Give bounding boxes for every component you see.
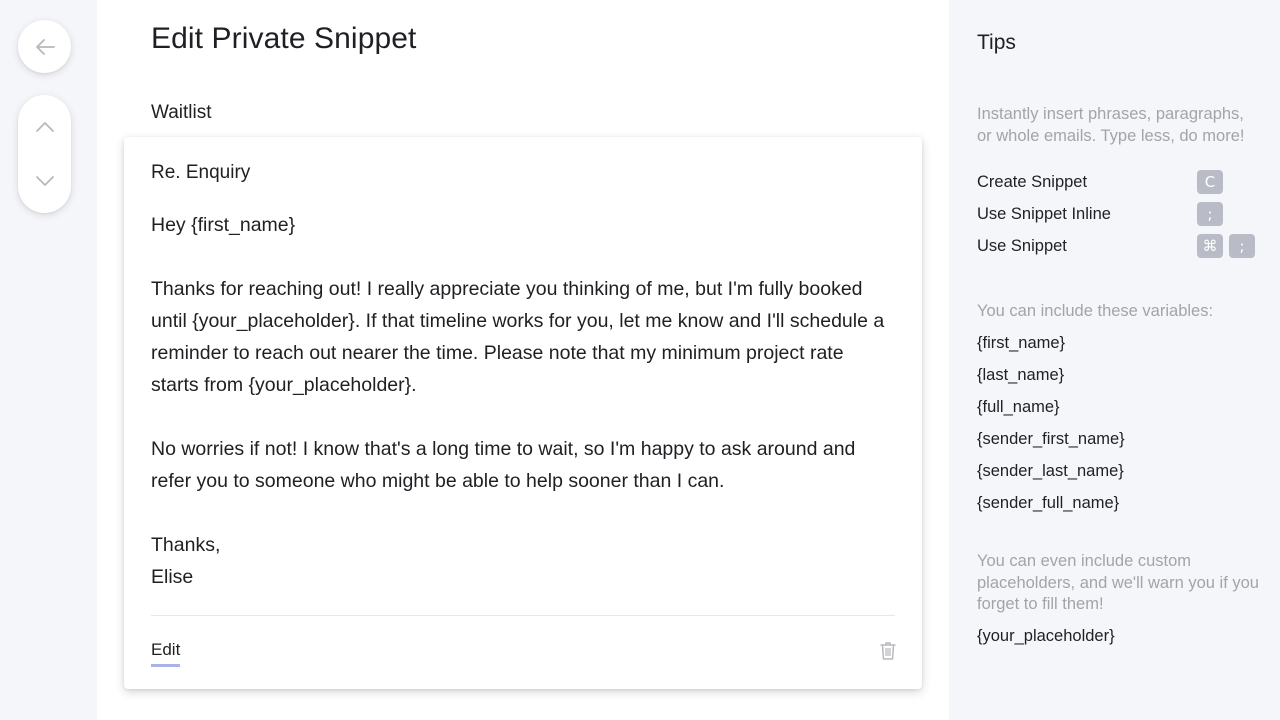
snippet-navigation: [18, 95, 71, 213]
body-paragraph-2: No worries if not! I know that's a long …: [151, 438, 856, 492]
shortcut-label: Use Snippet Inline: [977, 204, 1111, 223]
delete-button[interactable]: [878, 640, 898, 662]
shortcut-use-snippet-inline: Use Snippet Inline ;: [977, 198, 1257, 230]
body-signature: Elise: [151, 566, 194, 588]
card-divider: [151, 615, 895, 616]
snippet-body: Hey {first_name} Thanks for reaching out…: [151, 209, 896, 593]
tips-intro: Instantly insert phrases, paragraphs, or…: [977, 105, 1245, 145]
variable-item: {sender_first_name}: [977, 430, 1125, 448]
key-badge: ⌘: [1197, 234, 1223, 258]
variable-item: {first_name}: [977, 334, 1066, 352]
shortcut-label: Create Snippet: [977, 172, 1088, 191]
body-paragraph-1: Thanks for reaching out! I really apprec…: [151, 278, 885, 396]
tips-panel: Tips Instantly insert phrases, paragraph…: [977, 0, 1267, 720]
previous-snippet-button[interactable]: [25, 107, 65, 147]
custom-placeholder-intro: You can even include custom placeholders…: [977, 552, 1259, 613]
body-signoff: Thanks,: [151, 534, 221, 556]
variable-item: {sender_full_name}: [977, 494, 1120, 512]
arrow-left-icon: [25, 27, 65, 67]
back-button[interactable]: [18, 20, 71, 73]
chevron-down-icon: [35, 176, 54, 186]
variable-item: {sender_last_name}: [977, 462, 1124, 480]
shortcut-use-snippet: Use Snippet ⌘ ;: [977, 230, 1257, 262]
shortcut-label: Use Snippet: [977, 236, 1067, 255]
chevron-up-icon: [35, 122, 54, 132]
variable-item: {full_name}: [977, 398, 1060, 416]
snippet-name: Waitlist: [151, 102, 212, 123]
snippet-subject: Re. Enquiry: [151, 162, 251, 183]
main-panel: Edit Private Snippet Waitlist Re. Enquir…: [97, 0, 949, 720]
body-greeting: Hey {first_name}: [151, 214, 296, 236]
edit-button[interactable]: Edit: [151, 640, 181, 667]
page-title: Edit Private Snippet: [151, 22, 417, 55]
shortcut-create-snippet: Create Snippet C: [977, 166, 1257, 198]
key-badge: ;: [1197, 202, 1223, 226]
tips-title: Tips: [977, 31, 1016, 54]
variable-list: {first_name} {last_name} {full_name} {se…: [977, 327, 1125, 519]
next-snippet-button[interactable]: [25, 161, 65, 201]
shortcut-list: Create Snippet C Use Snippet Inline ; Us…: [977, 166, 1257, 262]
trash-icon: [880, 642, 896, 660]
key-badge: C: [1197, 170, 1223, 194]
key-badge: ;: [1229, 234, 1255, 258]
variable-item: {last_name}: [977, 366, 1065, 384]
custom-placeholder-example: {your_placeholder}: [977, 627, 1115, 645]
snippet-card: Re. Enquiry Hey {first_name} Thanks for …: [124, 137, 922, 689]
variables-intro: You can include these variables:: [977, 302, 1214, 320]
